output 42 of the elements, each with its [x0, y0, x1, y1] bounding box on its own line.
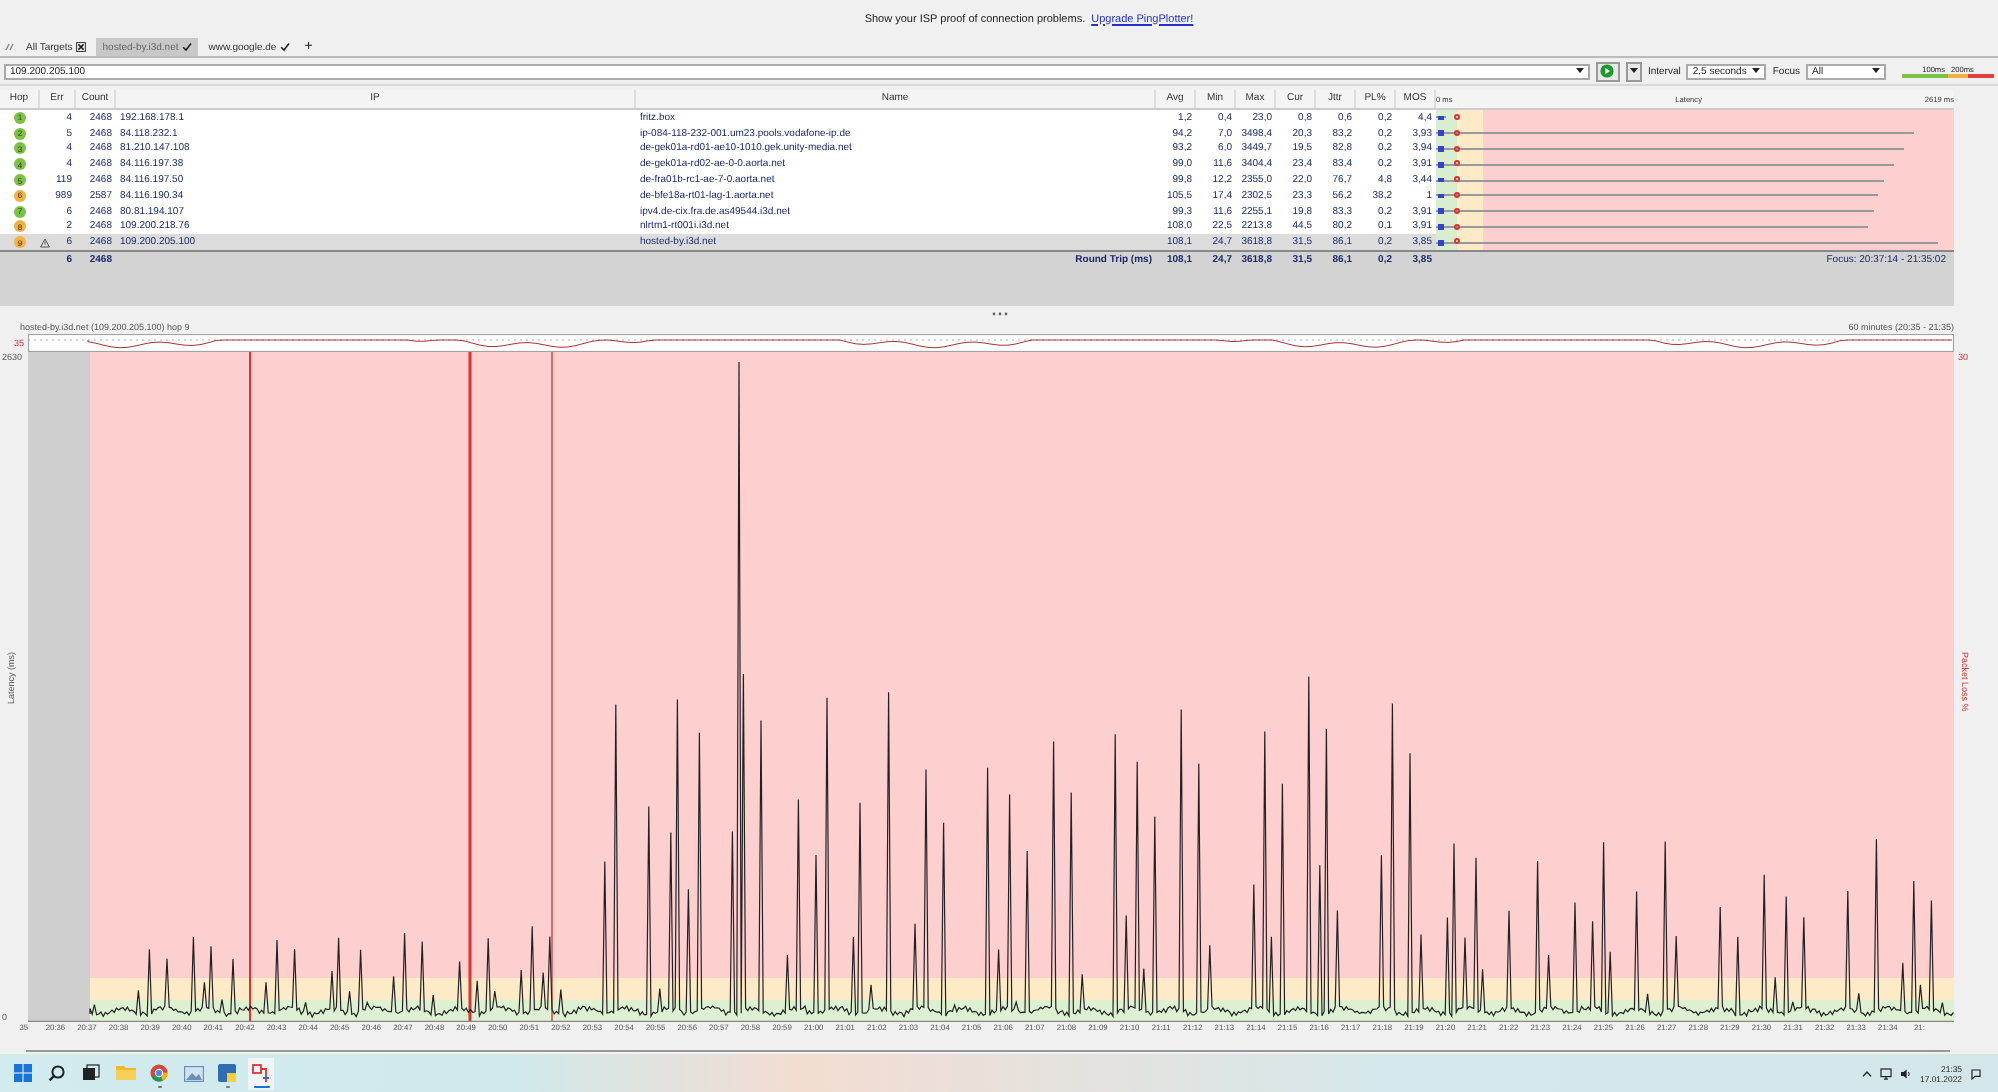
avg-marker-icon: [1454, 191, 1461, 198]
speaker-icon[interactable]: [1900, 1067, 1913, 1079]
task-view-icon: [82, 1064, 100, 1082]
overview-graph[interactable]: [28, 333, 1954, 351]
min-marker-icon: [1438, 115, 1444, 121]
photos-icon: [183, 1065, 203, 1081]
check-icon[interactable]: [182, 42, 193, 52]
avg-marker-icon: [1454, 114, 1461, 120]
time-scrollbar[interactable]: [26, 1049, 1950, 1051]
search-icon: [48, 1064, 66, 1082]
network-icon[interactable]: [1880, 1067, 1893, 1079]
caret-icon: [1629, 68, 1638, 74]
avg-marker-icon: [1454, 129, 1461, 136]
avg-marker-icon: [1454, 145, 1461, 152]
min-marker-icon: [1438, 239, 1444, 246]
square-app-icon: [218, 1064, 236, 1082]
min-marker-icon: [1438, 177, 1444, 183]
chevron-up-icon[interactable]: [1862, 1069, 1873, 1077]
folder-icon: [115, 1064, 135, 1082]
avg-marker-icon: [1454, 223, 1461, 230]
grip-icon[interactable]: [4, 38, 16, 56]
min-marker-icon: [1438, 208, 1444, 214]
caret-icon: [1752, 68, 1761, 74]
min-marker-icon: [1438, 130, 1444, 136]
caret-icon: [1872, 68, 1880, 74]
avg-marker-icon: [1454, 238, 1461, 245]
play-icon: [1600, 64, 1615, 78]
notification-icon[interactable]: [1970, 1067, 1982, 1079]
network-app-icon: [252, 1063, 270, 1083]
windows-start-icon: [14, 1064, 32, 1082]
min-marker-icon: [1438, 161, 1444, 168]
avg-marker-icon: [1454, 207, 1461, 214]
caret-icon: [1575, 68, 1584, 74]
min-marker-icon: [1438, 193, 1444, 199]
browser-icon: [150, 1064, 168, 1082]
min-marker-icon: [1438, 224, 1444, 230]
avg-marker-icon: [1454, 176, 1461, 183]
dropdown-button[interactable]: [1625, 61, 1642, 81]
check-icon[interactable]: [280, 42, 291, 52]
min-marker-icon: [1438, 146, 1444, 152]
close-icon[interactable]: [76, 42, 87, 52]
avg-marker-icon: [1454, 160, 1461, 167]
